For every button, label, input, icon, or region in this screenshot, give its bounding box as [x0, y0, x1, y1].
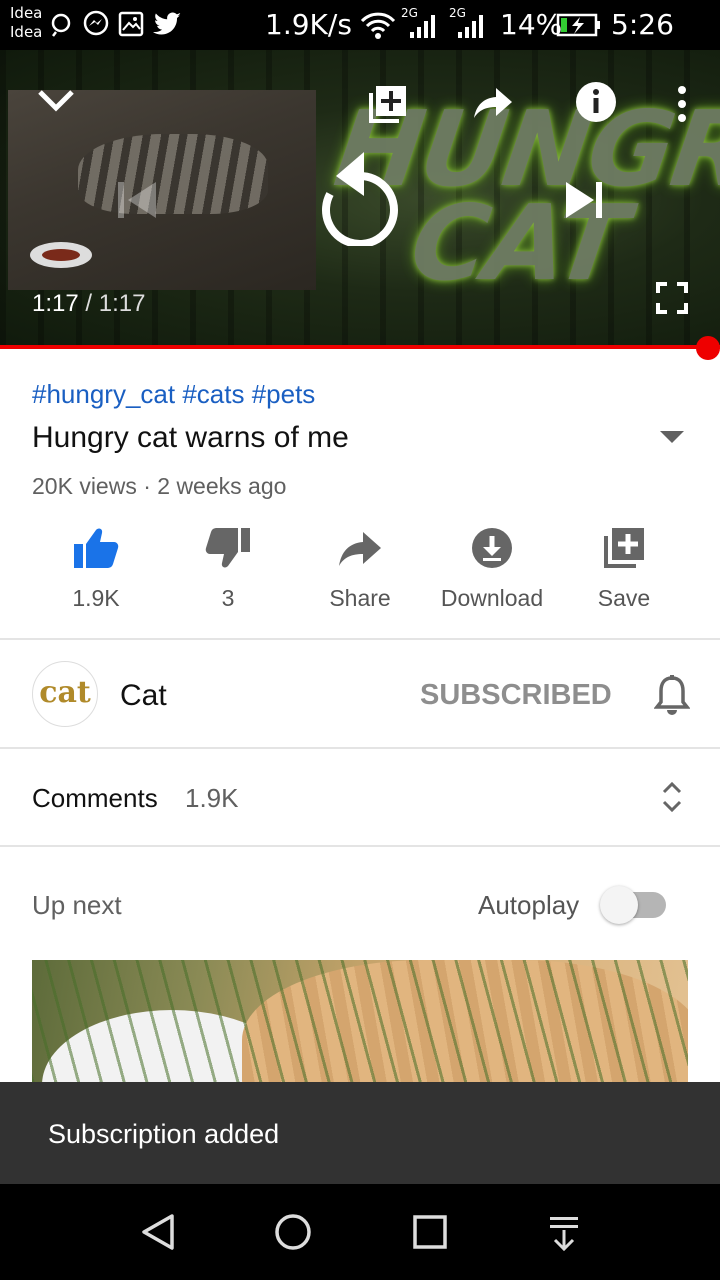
download-button[interactable]: Download: [426, 520, 558, 630]
signal-icon-2: [458, 15, 483, 38]
battery-percent: 14%: [500, 8, 563, 41]
action-bar: 1.9K 3 Share Download Save: [0, 520, 720, 630]
up-next-label: Up next: [32, 890, 122, 920]
progress-scrubber[interactable]: [696, 336, 720, 360]
cat-image: [78, 134, 268, 214]
carrier-name-1: Idea: [10, 4, 43, 22]
video-frame-inset: [8, 90, 316, 290]
system-nav-bar: [0, 1184, 720, 1280]
video-hashtags[interactable]: #hungry_cat #cats #pets: [32, 378, 315, 410]
progress-bar[interactable]: [0, 345, 720, 349]
video-duration: 1:17: [98, 290, 146, 317]
share-label: Share: [329, 585, 391, 611]
carrier-label: Idea Idea: [10, 4, 42, 42]
status-bar: Idea Idea 1.9K/s 2G 2G 14% 5:26 pm: [0, 0, 720, 73]
autoplay-label: Autoplay: [478, 890, 580, 920]
recents-icon[interactable]: [410, 1212, 450, 1252]
back-icon[interactable]: [138, 1212, 178, 1252]
comments-count: 1.9K: [185, 783, 239, 813]
download-icon: [472, 528, 512, 568]
share-icon: [339, 532, 381, 566]
notification-bell-icon[interactable]: [654, 674, 690, 716]
video-title: Hungry cat warns of me: [32, 421, 349, 454]
notification-pull-icon[interactable]: [546, 1212, 582, 1252]
info-icon[interactable]: [574, 80, 618, 124]
wifi-icon: [360, 12, 396, 39]
share-icon[interactable]: [472, 86, 514, 120]
up-next-thumbnail[interactable]: [32, 960, 688, 1084]
more-vert-icon[interactable]: [674, 84, 690, 124]
playback-time: 1:17 / 1:17: [32, 290, 145, 318]
channel-avatar[interactable]: cat: [32, 661, 98, 727]
divider: [0, 845, 720, 847]
current-time: 1:17: [32, 290, 79, 317]
twitter-icon: [153, 12, 181, 35]
divider: [0, 747, 720, 749]
share-button[interactable]: Share: [294, 520, 426, 630]
divider: [0, 638, 720, 640]
add-to-playlist-icon[interactable]: [366, 82, 410, 126]
fullscreen-icon[interactable]: [656, 282, 688, 314]
previous-icon[interactable]: [116, 180, 160, 220]
search-notification-icon: [51, 13, 71, 37]
autoplay-toggle[interactable]: [600, 886, 666, 924]
video-meta: 20K views · 2 weeks ago: [32, 473, 287, 499]
replay-icon[interactable]: [318, 150, 402, 246]
collapse-chevron-icon[interactable]: [36, 86, 76, 114]
expand-description-icon[interactable]: [658, 428, 686, 446]
grass-image: [32, 960, 688, 1084]
channel-avatar-logo: cat: [39, 675, 91, 710]
autoplay-toggle-knob: [600, 886, 638, 924]
channel-name[interactable]: Cat: [120, 678, 167, 714]
food-bowl-image: [30, 242, 92, 268]
save-button[interactable]: Save: [558, 520, 690, 630]
network-speed: 1.9K/s: [265, 8, 352, 41]
battery-charging-icon: [556, 13, 600, 37]
dislike-button[interactable]: 3: [162, 520, 294, 630]
comments-label[interactable]: Comments: [32, 782, 158, 814]
subscribe-button[interactable]: SUBSCRIBED: [420, 678, 612, 712]
expand-comments-icon[interactable]: [660, 780, 684, 814]
snackbar-message: Subscription added: [48, 1119, 280, 1149]
carrier-name-2: Idea: [10, 23, 43, 41]
messenger-icon: [83, 10, 109, 36]
save-label: Save: [597, 585, 651, 611]
time-separator: /: [78, 290, 99, 317]
like-count: 1.9K: [72, 585, 120, 611]
like-button[interactable]: 1.9K: [30, 520, 162, 630]
next-icon[interactable]: [564, 180, 606, 220]
download-label: Download: [440, 585, 544, 611]
snackbar: Subscription added: [0, 1082, 720, 1184]
video-player[interactable]: HUNGRY CAT 1:17 / 1:17: [0, 50, 720, 346]
dislike-count: 3: [221, 585, 235, 611]
save-playlist-icon: [604, 528, 644, 568]
home-icon[interactable]: [273, 1212, 313, 1252]
thumbs-down-icon: [205, 528, 250, 568]
thumbs-up-icon: [74, 528, 119, 568]
signal-icon: [410, 15, 435, 38]
gallery-icon: [118, 11, 144, 37]
